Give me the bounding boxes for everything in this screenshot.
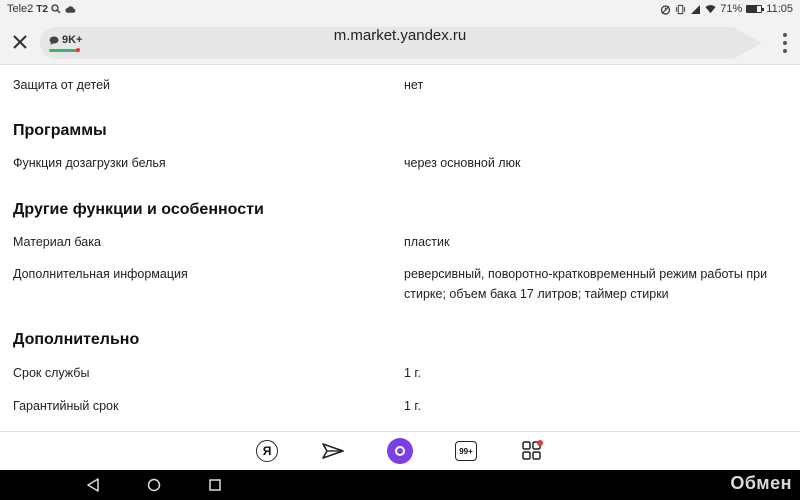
send-icon [322, 443, 344, 459]
spec-value: через основной люк [404, 156, 521, 170]
spec-value: нет [404, 78, 424, 92]
spec-label: Срок службы [13, 366, 90, 380]
wifi-icon [705, 4, 716, 15]
spec-value: 1 г. [404, 399, 421, 413]
section-heading: Дополнительно [13, 331, 140, 348]
menu-dot [783, 33, 787, 37]
search-icon [51, 4, 62, 15]
cloud-icon [65, 4, 76, 15]
spec-label: Дополнительная информация [13, 267, 188, 281]
tabs-button[interactable]: 99+ [453, 438, 479, 464]
signal-icon [690, 4, 701, 15]
spec-value: реверсивный, поворотно-кратковременный р… [404, 267, 768, 301]
spec-label: Защита от детей [13, 78, 111, 92]
services-grid-icon [522, 440, 543, 460]
menu-dot [783, 49, 787, 53]
back-icon [87, 478, 99, 492]
alice-button[interactable] [387, 438, 413, 464]
spec-value: 1 г. [404, 366, 421, 380]
recents-button[interactable] [207, 477, 223, 493]
status-right: 71% 11:05 [660, 3, 793, 15]
carrier-name: Tele2 [7, 3, 34, 15]
tabs-count: 99+ [455, 441, 477, 461]
watermark: Обмен [730, 473, 792, 493]
back-button[interactable] [85, 477, 101, 493]
android-nav-bar: Обмен [0, 470, 800, 500]
specs-content: Защита от детей нет Программы Функция до… [0, 66, 800, 431]
vibrate-icon [675, 4, 686, 15]
alice-icon [387, 438, 413, 464]
comments-indicator-bar [49, 49, 79, 52]
browser-toolbar: 9K+ m.market.yandex.ru [0, 20, 800, 65]
browser-bottom-nav: Я 99+ [0, 431, 800, 470]
status-left: Tele2 T2 [7, 3, 76, 15]
battery-icon [746, 5, 765, 13]
home-button[interactable] [146, 477, 162, 493]
recents-icon [209, 479, 221, 491]
spec-label: Материал бака [13, 235, 101, 249]
alarm-icon [660, 4, 671, 15]
yandex-icon: Я [256, 440, 278, 462]
battery-fill [747, 6, 758, 12]
yandex-button[interactable]: Я [254, 438, 280, 464]
comments-indicator-dot [76, 48, 80, 52]
status-bar: Tele2 T2 71% 11:05 [0, 0, 800, 20]
spec-value: пластик [404, 235, 450, 249]
url-text[interactable]: m.market.yandex.ru [0, 27, 800, 44]
spec-label: Гарантийный срок [13, 399, 119, 413]
section-heading: Программы [13, 122, 107, 139]
menu-dot [783, 41, 787, 45]
share-button[interactable] [320, 438, 346, 464]
services-button[interactable] [519, 438, 545, 464]
battery-percent: 71% [720, 3, 743, 15]
home-icon [147, 478, 161, 492]
section-heading: Другие функции и особенности [13, 201, 264, 218]
menu-button[interactable] [782, 33, 788, 53]
clock: 11:05 [766, 3, 793, 15]
spec-label: Функция дозагрузки белья [13, 156, 166, 170]
carrier-badge: T2 [36, 3, 48, 15]
